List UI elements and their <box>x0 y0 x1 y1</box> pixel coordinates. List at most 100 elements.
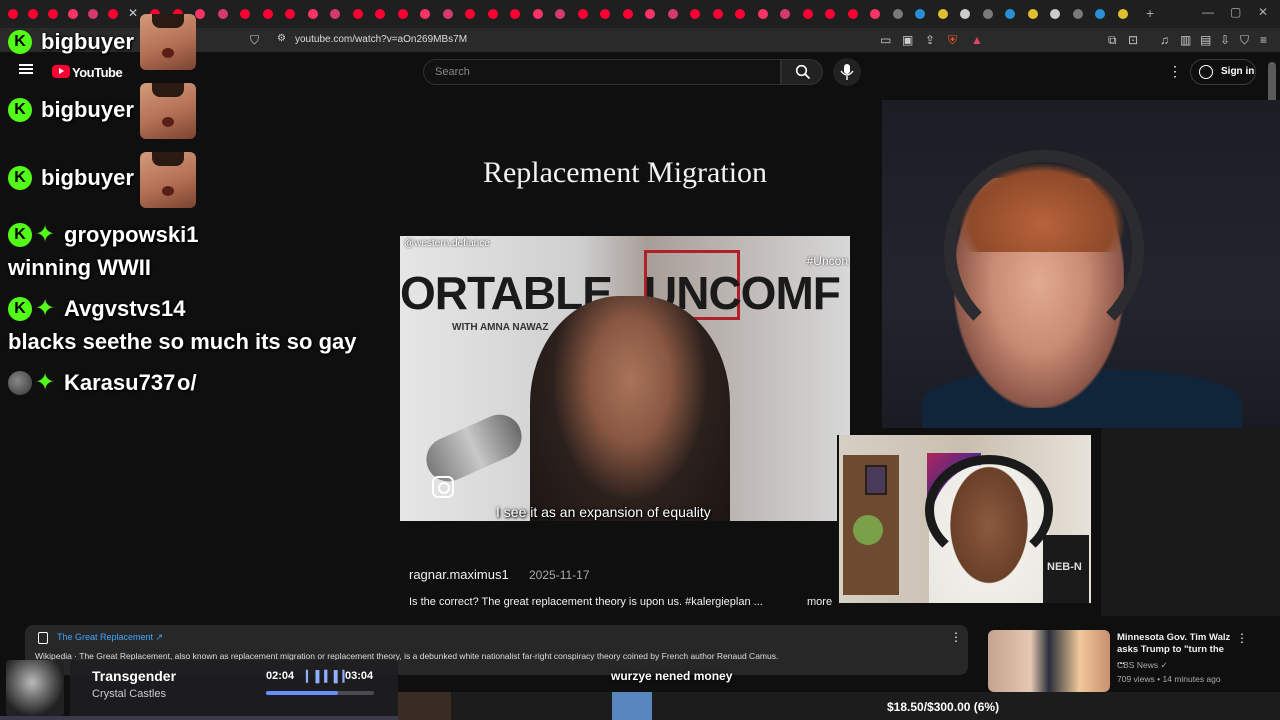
guest-picture-frame <box>865 465 887 495</box>
tab-favicon-icon[interactable] <box>735 9 745 19</box>
related-video-thumbnail[interactable] <box>988 630 1110 692</box>
related-video-channel[interactable]: CBS News ✓ <box>1117 660 1168 671</box>
info-panel-link[interactable]: The Great Replacement ↗ <box>57 632 163 643</box>
search-placeholder: Search <box>435 66 470 78</box>
tab-favicon-icon[interactable] <box>8 9 18 19</box>
tab-favicon-icon[interactable] <box>285 9 295 19</box>
tab-favicon-icon[interactable] <box>420 9 430 19</box>
tab-favicon-icon[interactable] <box>88 9 98 19</box>
tab-favicon-icon[interactable] <box>960 9 970 19</box>
tab-favicon-icon[interactable] <box>712 9 723 19</box>
cast-icon[interactable]: ▭ <box>880 33 891 47</box>
video-player[interactable]: ORTABLE WITH AMNA NAWAZ UNCOMF @western.… <box>400 236 850 521</box>
tab-favicon-icon[interactable] <box>577 9 588 19</box>
search-input[interactable]: Search <box>423 59 781 85</box>
wallet-icon[interactable]: ▤ <box>1200 33 1211 47</box>
tab-favicon-icon[interactable] <box>802 9 813 19</box>
tab-favicon-icon[interactable] <box>195 9 205 19</box>
url-text[interactable]: youtube.com/watch?v=aOn269MBs7M <box>295 34 467 45</box>
screenshot-icon[interactable]: ⊡ <box>1128 33 1138 47</box>
youtube-logo-text[interactable]: YouTube <box>72 65 123 80</box>
video-description: Is the correct? The great replacement th… <box>409 596 763 608</box>
video-speaker <box>530 296 730 521</box>
music-icon[interactable]: ♫ <box>1160 33 1169 47</box>
tab-favicon-icon[interactable] <box>487 9 498 19</box>
tab-favicon-icon[interactable] <box>217 9 228 19</box>
tab-favicon-icon[interactable] <box>667 9 678 19</box>
tab-close-icon[interactable]: ✕ <box>128 6 138 20</box>
settings-kebab-icon[interactable]: ⋮ <box>1168 63 1182 80</box>
downloads-icon[interactable]: ⇩ <box>1220 33 1230 47</box>
pip-icon[interactable]: ▣ <box>902 33 913 47</box>
voice-search-button[interactable] <box>833 58 861 86</box>
tab-favicon-icon[interactable] <box>1027 9 1038 19</box>
channel-name[interactable]: ragnar.maximus1 <box>409 567 509 582</box>
tab-favicon-icon[interactable] <box>1005 9 1015 19</box>
minimize-icon[interactable]: — <box>1202 5 1214 19</box>
tab-favicon-icon[interactable] <box>982 9 993 19</box>
tab-favicon-icon[interactable] <box>690 9 700 19</box>
related-video-meta: 709 views • 14 minutes ago <box>1117 674 1221 684</box>
tab-favicon-icon[interactable] <box>1050 9 1060 19</box>
tab-favicon-icon[interactable] <box>937 9 948 19</box>
search-button[interactable] <box>781 59 823 85</box>
rewards-icon[interactable]: ▲ <box>971 33 983 47</box>
tab-favicon-icon[interactable] <box>555 9 565 19</box>
info-panel-kebab-icon[interactable]: ⋮ <box>950 630 962 644</box>
tab-favicon-icon[interactable] <box>108 9 118 19</box>
tab-favicon-icon[interactable] <box>892 9 903 19</box>
tab-favicon-icon[interactable] <box>870 9 880 19</box>
tab-favicon-icon[interactable] <box>1072 9 1083 19</box>
tab-favicon-icon[interactable] <box>240 9 250 19</box>
chat-text: o/ <box>177 370 197 395</box>
tab-favicon-icon[interactable] <box>600 9 610 19</box>
tab-favicon-icon[interactable] <box>330 9 340 19</box>
sparkle-badge-icon: ✦ <box>35 369 56 396</box>
tab-favicon-icon[interactable] <box>532 9 543 19</box>
tab-favicon-icon[interactable] <box>825 9 835 19</box>
hamburger-menu-icon[interactable] <box>19 64 33 74</box>
site-settings-icon[interactable]: ⚙ <box>277 33 286 44</box>
sidebar-icon[interactable]: ▥ <box>1180 33 1191 47</box>
bookmark-icon[interactable]: ⛉ <box>250 33 259 48</box>
tab-favicon-icon[interactable] <box>442 9 453 19</box>
window-close-icon[interactable]: ✕ <box>1258 5 1268 19</box>
maximize-icon[interactable]: ▢ <box>1230 5 1241 19</box>
tab-favicon-icon[interactable] <box>48 9 58 19</box>
tab-favicon-icon[interactable] <box>262 9 273 19</box>
tab-favicon-icon[interactable] <box>915 9 925 19</box>
new-tab-icon[interactable]: + <box>1146 5 1154 21</box>
tab-favicon-icon[interactable] <box>510 9 520 19</box>
tab-favicon-icon[interactable] <box>375 9 385 19</box>
video-title: Replacement Migration <box>482 156 768 189</box>
tab-favicon-icon[interactable] <box>645 9 655 19</box>
tab-favicon-icon[interactable] <box>307 9 318 19</box>
kick-badge-icon: K <box>8 30 32 54</box>
vpn-icon[interactable]: ⛉ <box>1240 33 1249 48</box>
tab-favicon-icon[interactable] <box>757 9 768 19</box>
youtube-logo-icon[interactable] <box>52 65 70 78</box>
track-title: Transgender <box>92 668 177 684</box>
tab-favicon-icon[interactable] <box>352 9 363 19</box>
chat-username: bigbuyer <box>41 97 134 122</box>
track-elapsed: 02:04 <box>266 670 295 682</box>
tab-favicon-icon[interactable] <box>68 9 78 19</box>
tab-favicon-icon[interactable] <box>847 9 858 19</box>
more-button[interactable]: more <box>807 596 832 608</box>
extension-icon[interactable]: ⧉ <box>1108 33 1117 48</box>
brave-shield-icon[interactable]: ⛨ <box>948 33 957 48</box>
tab-favicon-icon[interactable] <box>1117 9 1128 19</box>
tab-favicon-icon[interactable] <box>28 9 38 19</box>
chat-text: blacks seethe so much its so gay <box>8 329 357 354</box>
chat-text: winning WWII <box>8 255 151 280</box>
sign-in-button[interactable]: Sign in <box>1190 59 1256 85</box>
tab-favicon-icon[interactable] <box>397 9 408 19</box>
tab-favicon-icon[interactable] <box>780 9 790 19</box>
share-icon[interactable]: ⇪ <box>925 33 935 47</box>
sign-in-label: Sign in <box>1221 66 1255 77</box>
related-video-kebab-icon[interactable]: ⋮ <box>1236 631 1248 645</box>
tab-favicon-icon[interactable] <box>622 9 633 19</box>
menu-icon[interactable]: ≡ <box>1260 33 1267 47</box>
tab-favicon-icon[interactable] <box>1095 9 1105 19</box>
tab-favicon-icon[interactable] <box>465 9 475 19</box>
